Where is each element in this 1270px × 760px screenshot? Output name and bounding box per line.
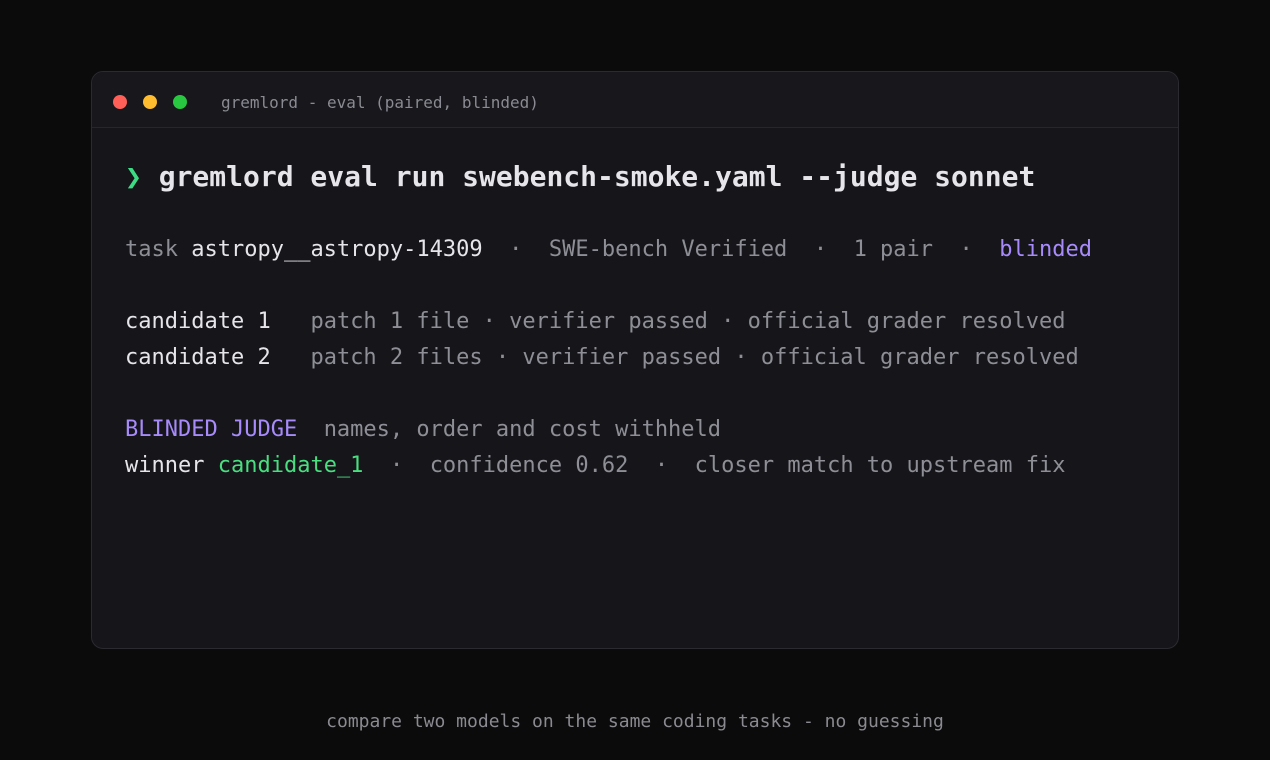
terminal-window: gremlord - eval (paired, blinded) ❯ grem… — [91, 71, 1179, 649]
separator: · — [721, 309, 735, 334]
mode-badge: blinded — [999, 237, 1093, 262]
candidate-name: candidate 1 — [125, 309, 271, 334]
dataset-name: SWE-bench Verified — [548, 237, 788, 262]
winner-name: candidate_1 — [217, 453, 364, 478]
candidate-grader: official grader resolved — [747, 309, 1066, 334]
task-label: task — [125, 237, 178, 262]
candidate-verifier: verifier passed — [522, 345, 722, 370]
caption-text: compare two models on the same coding ta… — [326, 711, 944, 732]
separator: · — [959, 237, 973, 262]
judge-note: names, order and cost withheld — [323, 417, 722, 442]
judge-heading: BLINDED JUDGE — [125, 417, 298, 442]
maximize-window-button[interactable] — [173, 95, 187, 109]
candidate-patch: patch 2 files — [310, 345, 483, 370]
command-line: ❯ gremlord eval run swebench-smoke.yaml … — [125, 160, 1035, 194]
candidate-name: candidate 2 — [125, 345, 271, 370]
separator: · — [734, 345, 748, 370]
winner-label: winner — [125, 453, 205, 478]
candidate-patch: patch 1 file — [310, 309, 470, 334]
separator: · — [509, 237, 523, 262]
winner-reason: closer match to upstream fix — [694, 453, 1066, 478]
minimize-window-button[interactable] — [143, 95, 157, 109]
separator: · — [654, 453, 669, 478]
separator: · — [482, 309, 496, 334]
judge-heading-line: BLINDED JUDGE names, order and cost with… — [125, 416, 721, 444]
candidate-grader: official grader resolved — [760, 345, 1079, 370]
task-id: astropy__astropy-14309 — [191, 237, 483, 262]
separator: · — [495, 345, 510, 370]
window-title: gremlord - eval (paired, blinded) — [221, 93, 539, 112]
close-window-button[interactable] — [113, 95, 127, 109]
command-text: gremlord eval run swebench-smoke.yaml --… — [158, 160, 1036, 193]
candidate-verifier: verifier passed — [509, 309, 708, 334]
task-summary-line: task astropy__astropy-14309 · SWE-bench … — [125, 236, 1092, 264]
winner-confidence: confidence 0.62 — [429, 453, 629, 478]
prompt-chevron-icon: ❯ — [125, 160, 142, 193]
candidate-row: candidate 1 patch 1 file · verifier pass… — [125, 308, 1065, 336]
winner-line: winner candidate_1 · confidence 0.62 · c… — [125, 452, 1066, 480]
title-bar: gremlord - eval (paired, blinded) — [92, 72, 1178, 128]
separator: · — [389, 453, 404, 478]
candidate-row: candidate 2 patch 2 files · verifier pas… — [125, 344, 1079, 372]
pair-count: 1 pair — [853, 237, 934, 262]
separator: · — [813, 237, 828, 262]
